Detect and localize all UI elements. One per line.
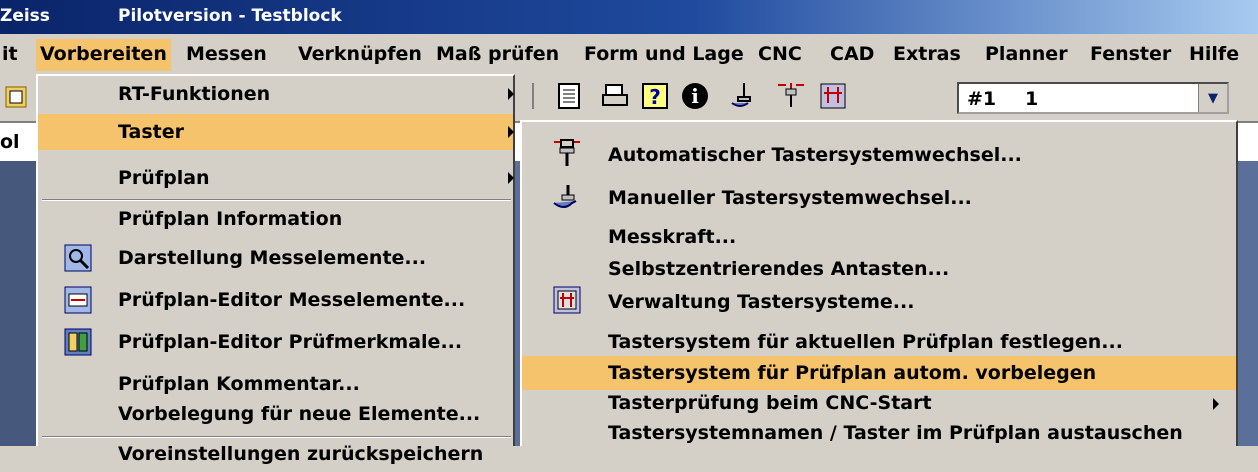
report-icon[interactable] [554, 81, 584, 111]
menu-cnc[interactable]: CNC [758, 43, 802, 65]
plan-editor-elements-icon [64, 286, 92, 314]
app-title: Zeiss [0, 6, 50, 26]
menu-fenster[interactable]: Fenster [1090, 43, 1171, 65]
submenu-item-tastersystem-festlegen[interactable]: Tastersystem für aktuellen Prüfplan fest… [522, 325, 1236, 359]
menu-item-label: Voreinstellungen zurückspeichern [118, 443, 484, 465]
menu-item-label: Prüfplan Kommentar... [118, 373, 360, 395]
menu-item-label: Prüfplan Information [118, 208, 343, 230]
taster-submenu: Automatischer Tastersystemwechsel... Man… [520, 120, 1238, 446]
submenu-item-label: Tasterprüfung beim CNC-Start [608, 392, 932, 414]
probe-management-icon [553, 286, 581, 314]
manual-probe-change-icon [553, 185, 577, 208]
submenu-item-label: Tastersystem für aktuellen Prüfplan fest… [608, 331, 1123, 353]
plan-editor-features-icon [64, 328, 92, 356]
menu-item-darstellung-messelemente[interactable]: Darstellung Messelemente... [38, 240, 513, 276]
menu-messen[interactable]: Messen [186, 43, 267, 65]
menu-cad[interactable]: CAD [830, 43, 874, 65]
title-bar: Zeiss Pilotversion - Testblock [0, 0, 1258, 34]
submenu-item-label: Selbstzentrierendes Antasten... [608, 258, 950, 280]
menu-mass-pruefen[interactable]: Maß prüfen [436, 43, 559, 65]
submenu-item-label: Manueller Tastersystemwechsel... [608, 187, 972, 209]
help-question-icon[interactable]: ? [640, 81, 670, 111]
printer-icon[interactable] [600, 81, 630, 111]
toolbar-separator-icon [532, 83, 534, 109]
submenu-item-verwaltung-tastersysteme[interactable]: Verwaltung Tastersysteme... [522, 285, 1236, 319]
combo-value-1: #1 [967, 88, 997, 110]
menu-item-pruefplan[interactable]: Prüfplan [38, 160, 514, 196]
combo-value-2: 1 [1025, 88, 1039, 110]
submenu-item-tastersystemnamen-austauschen[interactable]: Tastersystemnamen / Taster im Prüfplan a… [522, 416, 1236, 450]
menu-item-label: Darstellung Messelemente... [118, 247, 427, 269]
menu-item-label: Vorbelegung für neue Elemente... [118, 403, 481, 425]
open-file-icon[interactable] [2, 81, 32, 111]
menu-planner[interactable]: Planner [985, 43, 1068, 65]
menu-item-pruefplan-information[interactable]: Prüfplan Information [38, 201, 513, 237]
probe-select-combo[interactable]: #1 1 ▼ [957, 82, 1229, 114]
menu-vorbereiten-label: Vorbereiten [40, 43, 167, 65]
menu-item-vorbelegung[interactable]: Vorbelegung für neue Elemente... [38, 396, 513, 432]
submenu-item-selbstzentrierendes-antasten[interactable]: Selbstzentrierendes Antasten... [522, 252, 1236, 286]
submenu-arrow-icon [508, 172, 514, 184]
submenu-item-manueller-tastersystemwechsel[interactable]: Manueller Tastersystemwechsel... [522, 181, 1236, 215]
menu-item-rt-funktionen[interactable]: RT-Funktionen [38, 76, 514, 112]
menu-form-und-lage[interactable]: Form und Lage [584, 43, 744, 65]
submenu-item-label: Tastersystemnamen / Taster im Prüfplan a… [608, 422, 1183, 444]
submenu-item-label: Automatischer Tastersystemwechsel... [608, 144, 1022, 166]
work-area-left-panel [0, 161, 40, 446]
menu-item-taster[interactable]: Taster [38, 114, 514, 150]
chevron-down-icon[interactable]: ▼ [1198, 84, 1227, 112]
auto-probe-toolbar-icon[interactable] [776, 81, 806, 111]
submenu-item-tasterpruefung-cnc-start[interactable]: Tasterprüfung beim CNC-Start [522, 386, 1236, 420]
menu-bar: it Vorbereiten Messen Verknüpfen Maß prü… [0, 35, 1258, 74]
submenu-item-automatischer-tastersystemwechsel[interactable]: Automatischer Tastersystemwechsel... [522, 138, 1236, 172]
menu-vorbereiten[interactable]: Vorbereiten [36, 39, 171, 71]
submenu-item-label: Verwaltung Tastersysteme... [608, 291, 915, 313]
submenu-item-label: Tastersystem für Prüfplan autom. vorbele… [608, 362, 1097, 384]
menu-verknuepfen[interactable]: Verknüpfen [298, 43, 422, 65]
auto-probe-change-icon [554, 139, 580, 166]
manual-probe-toolbar-icon[interactable] [730, 81, 760, 111]
svg-text:i: i [691, 84, 699, 108]
menu-extras[interactable]: Extras [893, 43, 961, 65]
probe-config-toolbar-icon[interactable] [818, 81, 848, 111]
menu-item-pruefplan-editor-messelemente[interactable]: Prüfplan-Editor Messelemente... [38, 282, 513, 318]
menu-item-label: Taster [118, 121, 184, 143]
submenu-item-label: Messkraft... [608, 226, 737, 248]
menu-item-pruefplan-editor-pruefmerkmale[interactable]: Prüfplan-Editor Prüfmerkmale... [38, 324, 513, 360]
submenu-item-messkraft[interactable]: Messkraft... [522, 220, 1236, 254]
display-elements-icon [64, 244, 92, 272]
submenu-arrow-icon [508, 126, 514, 138]
menu-item-label: Prüfplan-Editor Prüfmerkmale... [118, 331, 463, 353]
document-title: Pilotversion - Testblock [118, 6, 342, 26]
menu-item-label: Prüfplan-Editor Messelemente... [118, 289, 466, 311]
menu-file-partial[interactable]: it [2, 43, 18, 65]
submenu-item-tastersystem-autom-vorbelegen[interactable]: Tastersystem für Prüfplan autom. vorbele… [522, 356, 1236, 390]
menu-item-label: RT-Funktionen [118, 83, 271, 105]
vorbereiten-menu: RT-Funktionen Taster Prüfplan Prüfplan I… [36, 74, 515, 465]
field-text-partial: ol [0, 131, 20, 153]
submenu-arrow-icon [508, 88, 514, 100]
info-icon[interactable]: i [680, 81, 710, 111]
menu-item-label: Prüfplan [118, 167, 210, 189]
submenu-arrow-icon [1213, 398, 1219, 410]
menu-hilfe[interactable]: Hilfe [1189, 43, 1239, 65]
menu-item-voreinstellungen[interactable]: Voreinstellungen zurückspeichern [38, 436, 513, 472]
svg-text:?: ? [649, 85, 661, 109]
